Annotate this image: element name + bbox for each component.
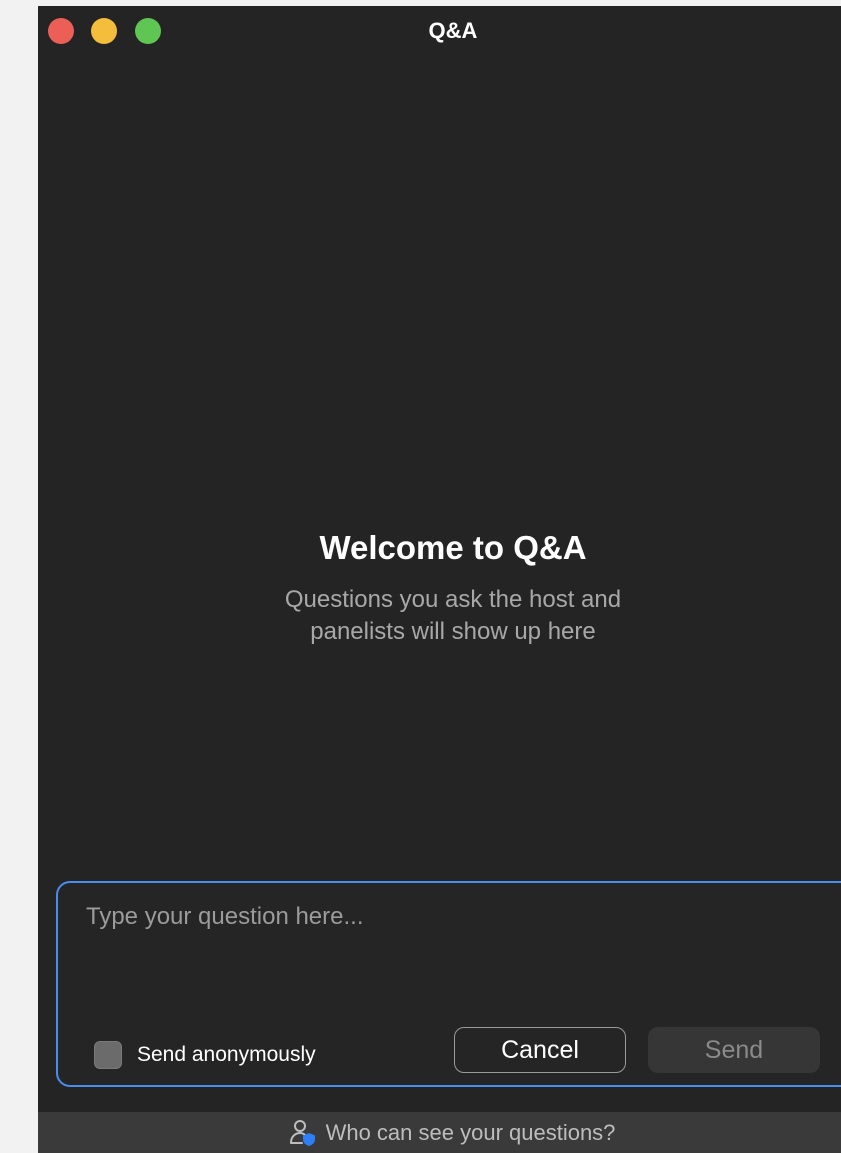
send-anonymously-option[interactable]: Send anonymously	[94, 1041, 316, 1069]
footer-bar: Who can see your questions?	[38, 1112, 841, 1153]
qa-window: Q&A Welcome to Q&A Questions you ask the…	[38, 6, 841, 1153]
who-can-see-link-label: Who can see your questions?	[325, 1119, 616, 1145]
empty-state: Welcome to Q&A Questions you ask the hos…	[38, 528, 841, 648]
who-can-see-link[interactable]: Who can see your questions?	[288, 1119, 616, 1147]
send-anonymously-label: Send anonymously	[137, 1043, 316, 1066]
welcome-heading: Welcome to Q&A	[319, 529, 587, 566]
window-title: Q&A	[428, 18, 478, 43]
send-button[interactable]: Send	[648, 1027, 820, 1073]
question-input[interactable]	[86, 903, 826, 983]
welcome-subtitle: Questions you ask the host and panelists…	[284, 586, 622, 645]
question-composer: Send anonymously Cancel Send	[56, 881, 841, 1087]
title-bar: Q&A	[38, 6, 841, 54]
send-anonymously-checkbox[interactable]	[94, 1041, 122, 1069]
person-shield-icon	[289, 1119, 315, 1146]
cancel-button[interactable]: Cancel	[454, 1027, 626, 1073]
